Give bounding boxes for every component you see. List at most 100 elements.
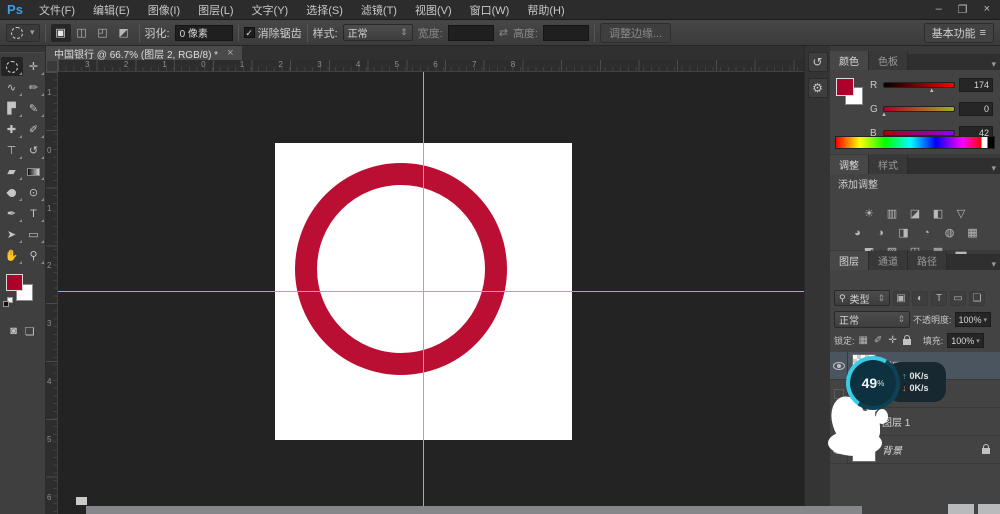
panel-tab-图层[interactable]: 图层 [830, 251, 869, 270]
pixel-filter-icon[interactable]: ▣ [893, 291, 909, 306]
channel-slider[interactable]: ▲ [883, 82, 955, 88]
tool-move[interactable]: ✛ [23, 57, 45, 76]
black-white-adjustment-icon[interactable]: ◨ [896, 225, 912, 240]
antialias-checkbox[interactable]: ✓ [244, 27, 255, 38]
horizontal-guide[interactable] [58, 291, 804, 292]
tool-pen[interactable]: ✒ [1, 204, 23, 223]
refine-edge-button[interactable]: 调整边缘... [600, 23, 671, 43]
tool-gradient[interactable] [23, 162, 45, 181]
shape-filter-icon[interactable]: ▭ [950, 291, 966, 306]
menu-item[interactable]: 文字(Y) [243, 2, 298, 18]
panel-menu-icon[interactable]: ▾ [991, 163, 1000, 174]
link-dimensions-icon[interactable]: ⇄ [499, 26, 508, 39]
menu-item[interactable]: 编辑(E) [84, 2, 139, 18]
color-lookup-adjustment-icon[interactable]: ▦ [965, 225, 981, 240]
tool-history-brush[interactable]: ↺ [23, 141, 45, 160]
screen-mode-button[interactable]: ❏ [25, 325, 35, 338]
channel-mixer-adjustment-icon[interactable]: ◍ [942, 225, 958, 240]
levels-adjustment-icon[interactable]: ▥ [884, 206, 900, 221]
add-selection-button[interactable]: ◫ [72, 24, 92, 42]
foreground-color-swatch[interactable] [6, 274, 23, 291]
height-input[interactable] [543, 25, 589, 41]
fill-value[interactable]: 100% ▾ [947, 333, 984, 348]
tool-preset-picker[interactable]: ▾ [6, 24, 40, 42]
menu-item[interactable]: 文件(F) [30, 2, 84, 18]
tool-quick-selection[interactable]: ✏ [23, 78, 45, 97]
panel-tab-通道[interactable]: 通道 [869, 251, 908, 270]
channel-value[interactable]: 0 [959, 102, 993, 116]
panel-tab-颜色[interactable]: 颜色 [830, 51, 869, 70]
vibrance-adjustment-icon[interactable]: ▽ [953, 206, 969, 221]
history-panel-button[interactable]: ↺ [808, 52, 828, 72]
feather-input[interactable]: 0 像素 [175, 25, 233, 41]
layer-filter-dropdown[interactable]: ⚲ 类型 ⇕ [834, 290, 890, 306]
tool-blur[interactable] [1, 183, 23, 202]
tool-eraser[interactable]: ▰ [1, 162, 23, 181]
tool-type[interactable]: T [23, 204, 45, 223]
width-input[interactable] [448, 25, 494, 41]
panel-tab-样式[interactable]: 样式 [869, 155, 908, 174]
photo-filter-adjustment-icon[interactable]: ◔ [919, 225, 935, 240]
tools-panel-grip[interactable] [0, 46, 45, 53]
tool-zoom[interactable]: ⚲ [23, 246, 45, 265]
adjustment-filter-icon[interactable]: ◐ [912, 291, 928, 306]
tool-spot-healing-brush[interactable]: ✚ [1, 120, 23, 139]
tool-crop[interactable]: ▛ [1, 99, 23, 118]
panel-tab-调整[interactable]: 调整 [830, 155, 869, 174]
quick-mask-button[interactable]: ◙ [10, 325, 17, 338]
opacity-value[interactable]: 100% ▾ [955, 312, 992, 327]
lock-paint-icon[interactable]: ✐ [874, 335, 882, 346]
tool-dodge[interactable]: ⊙ [23, 183, 45, 202]
tool-hand[interactable]: ✋ [1, 246, 23, 265]
color-spectrum-bar[interactable] [835, 136, 995, 149]
vertical-guide[interactable] [423, 72, 424, 514]
lock-transparency-icon[interactable]: ▦ [859, 335, 868, 346]
minimize-button[interactable]: – [936, 3, 942, 16]
red-ring-shape[interactable] [295, 163, 507, 375]
blend-mode-dropdown[interactable]: 正常 ⇕ [834, 311, 910, 328]
panel-menu-icon[interactable]: ▾ [991, 59, 1000, 70]
lock-all-icon[interactable] [903, 334, 911, 348]
menu-item[interactable]: 图像(I) [139, 2, 189, 18]
channel-value[interactable]: 174 [959, 78, 993, 92]
lock-position-icon[interactable]: ✛ [888, 335, 896, 346]
curves-adjustment-icon[interactable]: ◪ [907, 206, 923, 221]
style-dropdown[interactable]: 正常 ⇕ [343, 24, 413, 41]
close-button[interactable]: × [984, 3, 990, 16]
menu-item[interactable]: 帮助(H) [518, 2, 573, 18]
panel-menu-icon[interactable]: ▾ [991, 259, 1000, 270]
progress-badge[interactable]: 49 % [846, 356, 900, 410]
properties-panel-button[interactable]: ⚙ [808, 78, 828, 98]
slider-thumb[interactable]: ▲ [929, 88, 935, 94]
tool-eyedropper[interactable]: ✎ [23, 99, 45, 118]
horizontal-ruler[interactable]: 321012345678 [58, 60, 804, 72]
restore-button[interactable]: ❐ [958, 3, 968, 16]
panel-tab-路径[interactable]: 路径 [908, 251, 947, 270]
new-selection-button[interactable]: ▣ [51, 24, 71, 42]
intersect-selection-button[interactable]: ◩ [114, 24, 134, 42]
tool-path-selection[interactable]: ➤ [1, 225, 23, 244]
hue-saturation-adjustment-icon[interactable]: ◕ [850, 225, 866, 240]
tool-brush[interactable]: ✐ [23, 120, 45, 139]
menu-item[interactable]: 滤镜(T) [352, 2, 406, 18]
color-balance-adjustment-icon[interactable]: ◑ [873, 225, 889, 240]
tool-clone-stamp[interactable]: ⊤ [1, 141, 23, 160]
tool-lasso[interactable]: ∿ [1, 78, 23, 97]
menu-item[interactable]: 窗口(W) [461, 2, 519, 18]
ruler-corner[interactable] [46, 60, 58, 72]
menu-item[interactable]: 选择(S) [297, 2, 352, 18]
tool-rectangle-shape[interactable]: ▭ [23, 225, 45, 244]
panel-foreground-swatch[interactable] [836, 78, 854, 96]
default-colors-icon[interactable] [3, 297, 14, 308]
channel-slider[interactable]: ▲ [883, 106, 955, 112]
slider-thumb[interactable]: ▲ [881, 112, 887, 118]
workspace-switcher[interactable]: 基本功能 ≡ [924, 23, 994, 43]
tool-ellipse-marquee[interactable] [1, 57, 23, 76]
smartobject-filter-icon[interactable]: ❏ [969, 291, 985, 306]
panel-tab-色板[interactable]: 色板 [869, 51, 908, 70]
menu-item[interactable]: 图层(L) [189, 2, 242, 18]
document-tab[interactable]: 中国银行 @ 66.7% (图层 2, RGB/8) * × [46, 46, 242, 60]
visibility-toggle[interactable] [830, 352, 848, 380]
menu-item[interactable]: 视图(V) [406, 2, 461, 18]
exposure-adjustment-icon[interactable]: ◧ [930, 206, 946, 221]
